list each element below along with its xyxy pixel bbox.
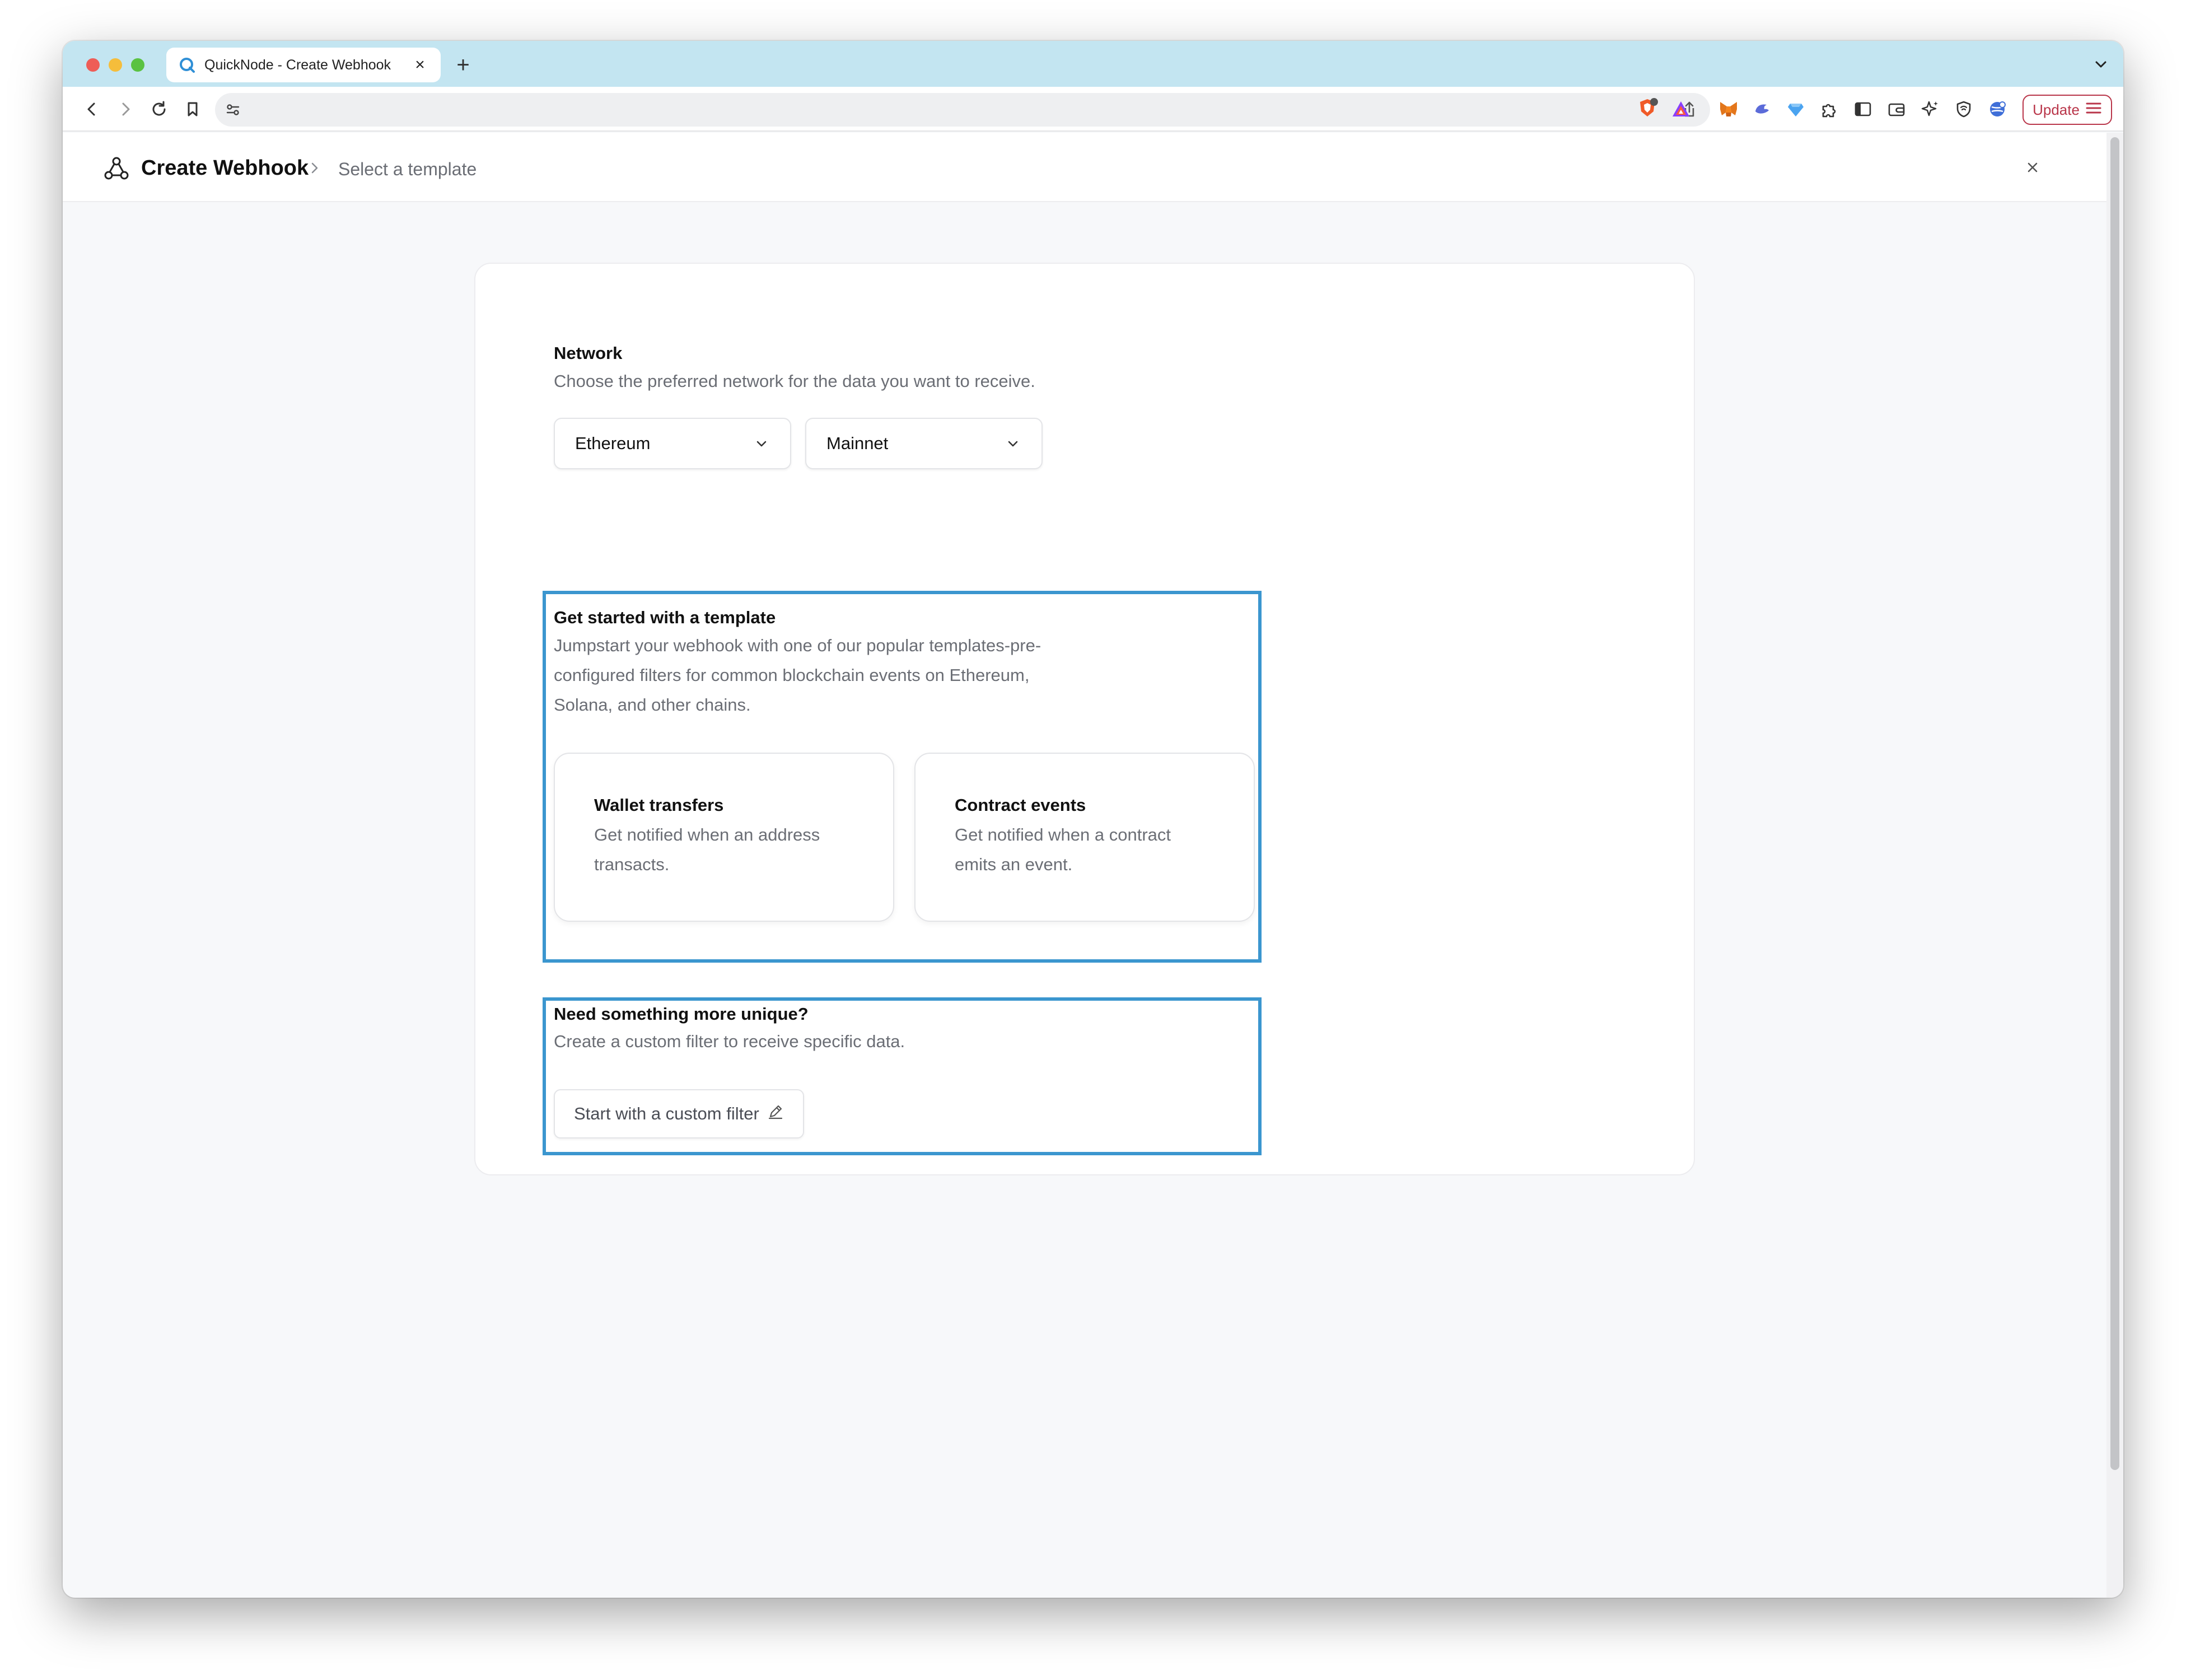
wallet-icon[interactable] [1885,98,1908,120]
vpn-shield-icon[interactable] [1953,98,1975,120]
templates-title: Get started with a template [554,608,776,627]
sidebar-toggle-icon[interactable] [1852,98,1874,120]
template-card-description: Get notified when an address transacts. [594,820,857,879]
extension-wallet-icon[interactable] [1751,98,1773,120]
templates-description-line-3: Solana, and other chains. [554,695,751,715]
menu-hamburger-icon [2085,101,2102,119]
template-card-wallet-transfers[interactable]: Wallet transfers Get notified when an ad… [554,753,894,922]
page-title: Create Webhook [141,156,309,180]
update-label: Update [2033,101,2080,118]
brave-shields-icon[interactable] [1636,97,1659,119]
breadcrumb-current: Select a template [338,159,477,179]
tab-strip: QuickNode - Create Webhook × + [63,41,2123,87]
close-icon[interactable] [2020,155,2045,180]
site-settings-icon[interactable] [225,102,241,118]
minimize-window-button[interactable] [109,58,122,72]
browser-tab-active[interactable]: QuickNode - Create Webhook × [166,48,441,82]
address-bar[interactable] [215,93,1710,127]
network-description: Choose the preferred network for the dat… [554,371,1035,391]
template-card-desc-line: transacts. [594,855,670,874]
custom-filter-label: Start with a custom filter [574,1104,759,1123]
extension-gem-icon[interactable] [1785,98,1807,120]
template-card-desc-line: emits an event. [955,855,1073,874]
browser-window: QuickNode - Create Webhook × + Update Cr… [63,41,2123,1598]
tab-close-icon[interactable]: × [412,57,428,73]
templates-description-line-1: Jumpstart your webhook with one of our p… [554,636,1041,655]
extensions-puzzle-icon[interactable] [1818,98,1841,120]
page-scrollbar[interactable] [2106,133,2123,1598]
template-card-title: Wallet transfers [594,795,724,815]
chevron-down-icon [753,435,770,452]
brave-rewards-icon[interactable] [1670,98,1692,120]
template-card-desc-line: Get notified when a contract [955,825,1171,844]
update-button[interactable]: Update [2022,95,2112,125]
template-card-title: Contract events [955,795,1086,815]
network-select-value: Mainnet [826,433,889,453]
tab-title: QuickNode - Create Webhook [204,57,391,73]
leo-ai-sparkle-icon[interactable] [1919,98,1941,120]
edit-pencil-icon [767,1103,784,1124]
create-webhook-card: Network Choose the preferred network for… [474,263,1695,1175]
template-card-description: Get notified when a contract emits an ev… [955,820,1218,879]
metamask-icon[interactable] [1717,98,1740,120]
custom-filter-button[interactable]: Start with a custom filter [554,1089,804,1138]
globe-extension-icon[interactable] [1986,98,2008,120]
reload-icon[interactable] [147,97,171,122]
templates-description-line-2: configured filters for common blockchain… [554,665,1030,685]
network-title: Network [554,343,623,363]
scrollbar-thumb[interactable] [2110,137,2119,1470]
page-header: Create Webhook Select a template [63,133,2106,202]
webhook-icon [102,154,131,183]
breadcrumb-chevron-icon [309,154,321,190]
close-window-button[interactable] [86,58,100,72]
template-card-contract-events[interactable]: Contract events Get notified when a cont… [914,753,1255,922]
browser-toolbar: Update [63,87,2123,132]
network-select[interactable]: Mainnet [805,418,1043,469]
new-tab-button[interactable]: + [449,51,477,79]
forward-icon[interactable] [113,97,138,122]
template-card-desc-line: Get notified when an address [594,825,820,844]
back-icon[interactable] [80,97,104,122]
quicknode-favicon-icon [179,57,195,73]
chevron-down-icon [1005,435,1021,452]
tab-list-chevron-icon[interactable] [2091,54,2111,74]
chain-select[interactable]: Ethereum [554,418,791,469]
chain-select-value: Ethereum [575,433,651,453]
custom-title: Need something more unique? [554,1004,809,1024]
bookmark-icon[interactable] [180,97,205,122]
zoom-window-button[interactable] [131,58,144,72]
custom-description: Create a custom filter to receive specif… [554,1032,905,1051]
